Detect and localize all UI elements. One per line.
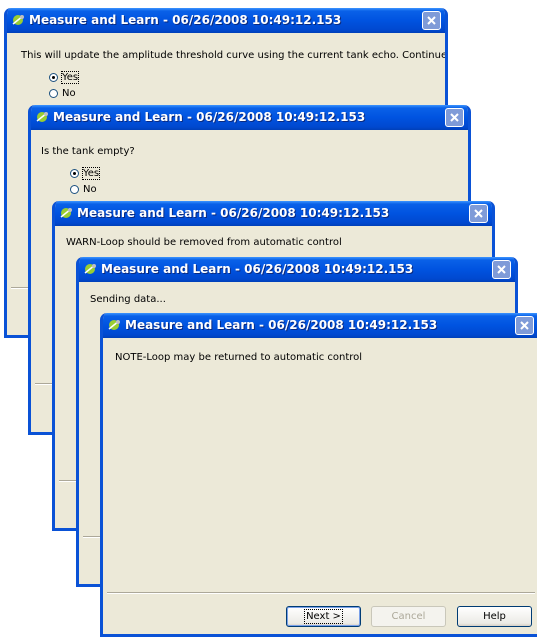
close-icon xyxy=(520,321,529,330)
app-icon xyxy=(12,15,24,25)
window-title: Measure and Learn - 06/26/2008 10:49:12.… xyxy=(53,110,366,124)
window-title: Measure and Learn - 06/26/2008 10:49:12.… xyxy=(125,318,438,332)
cancel-button[interactable]: Cancel xyxy=(371,606,446,627)
radio-label: No xyxy=(62,88,76,99)
title-bar[interactable]: Measure and Learn - 06/26/2008 10:49:12.… xyxy=(103,313,537,338)
radio-no[interactable]: No xyxy=(70,183,97,196)
radio-button[interactable] xyxy=(70,168,79,178)
dialog-message: Is the tank empty? xyxy=(41,146,135,157)
close-icon xyxy=(450,113,459,122)
radio-yes[interactable]: Yes xyxy=(70,167,101,180)
radio-button[interactable] xyxy=(70,184,79,194)
title-bar[interactable]: Measure and Learn - 06/26/2008 10:49:12.… xyxy=(55,201,492,226)
window-title: Measure and Learn - 06/26/2008 10:49:12.… xyxy=(29,13,342,27)
title-bar[interactable]: Measure and Learn - 06/26/2008 10:49:12.… xyxy=(79,257,515,282)
close-button[interactable] xyxy=(469,204,488,223)
dialog-window-5: Measure and Learn - 06/26/2008 10:49:12.… xyxy=(100,313,537,637)
dialog-message: Sending data... xyxy=(90,294,166,305)
title-bar[interactable]: Measure and Learn - 06/26/2008 10:49:12.… xyxy=(7,8,445,33)
dialog-message: WARN-Loop should be removed from automat… xyxy=(66,237,342,248)
radio-button[interactable] xyxy=(49,88,58,98)
title-bar[interactable]: Measure and Learn - 06/26/2008 10:49:12.… xyxy=(31,105,468,130)
radio-label: No xyxy=(83,184,97,195)
window-title: Measure and Learn - 06/26/2008 10:49:12.… xyxy=(101,262,414,276)
dialog-message: NOTE-Loop may be returned to automatic c… xyxy=(115,352,363,363)
close-button[interactable] xyxy=(445,108,464,127)
app-icon xyxy=(60,208,72,218)
app-icon xyxy=(36,112,48,122)
radio-label: Yes xyxy=(60,71,80,84)
separator xyxy=(107,592,535,594)
close-icon xyxy=(427,16,436,25)
radio-label: Yes xyxy=(81,167,101,180)
app-icon xyxy=(84,264,96,274)
next-button[interactable]: Next > xyxy=(286,606,361,627)
close-button[interactable] xyxy=(422,11,441,30)
help-button[interactable]: Help xyxy=(457,606,532,627)
close-button[interactable] xyxy=(515,316,534,335)
window-title: Measure and Learn - 06/26/2008 10:49:12.… xyxy=(77,206,390,220)
close-icon xyxy=(497,265,506,274)
radio-button[interactable] xyxy=(49,72,58,82)
dialog-message: This will update the amplitude threshold… xyxy=(21,50,448,61)
close-icon xyxy=(474,209,483,218)
radio-yes[interactable]: Yes xyxy=(49,71,80,84)
app-icon xyxy=(108,320,120,330)
radio-no[interactable]: No xyxy=(49,87,76,100)
close-button[interactable] xyxy=(492,260,511,279)
